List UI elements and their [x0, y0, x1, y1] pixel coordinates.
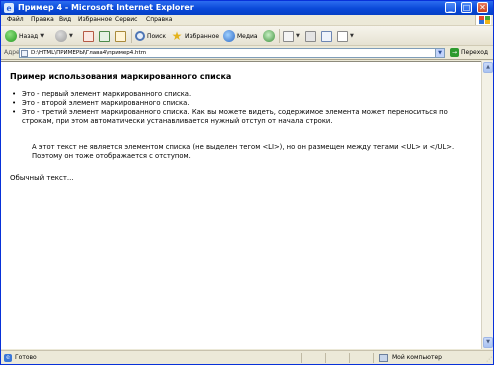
- favorites-label: Избранное: [185, 32, 220, 40]
- address-value[interactable]: D:\HTML\ПРИМЕРЫ\Глава4\пример4.htm: [31, 50, 146, 57]
- address-dropdown-icon[interactable]: ▼: [435, 49, 444, 57]
- edit-page-icon: [321, 30, 332, 42]
- menu-view[interactable]: Вид: [59, 16, 71, 24]
- vertical-scrollbar[interactable]: ▲ ▼: [481, 61, 493, 349]
- favorites-button[interactable]: ★ Избранное: [171, 29, 219, 43]
- toolbar-separator: [279, 29, 280, 43]
- media-icon: [223, 30, 235, 42]
- back-label: Назад: [19, 32, 39, 40]
- menu-favorites[interactable]: Избранное: [78, 16, 112, 24]
- page-heading: Пример использования маркированного спис…: [10, 72, 232, 81]
- list-item: Это - третий элемент маркированного спис…: [12, 108, 472, 126]
- forward-arrow-icon: [55, 30, 67, 42]
- go-button[interactable]: → Переход: [450, 48, 488, 57]
- home-icon: [115, 30, 126, 42]
- page-icon: [21, 50, 28, 57]
- maximize-button[interactable]: □: [461, 2, 472, 13]
- list-item: Это - второй элемент маркированного спис…: [12, 99, 472, 108]
- history-icon: [263, 30, 275, 42]
- media-label: Медиа: [237, 32, 258, 40]
- list-item: Это - первый элемент маркированного спис…: [12, 90, 472, 99]
- scroll-down-icon[interactable]: ▼: [483, 337, 493, 348]
- bulleted-list: Это - первый элемент маркированного спис…: [12, 90, 472, 126]
- mail-dropdown-icon[interactable]: ▼: [296, 33, 300, 39]
- back-dropdown-icon[interactable]: ▼: [40, 33, 44, 39]
- menu-tools[interactable]: Сервис: [115, 16, 137, 24]
- status-bar: e Готово Мой компьютер ⋰: [1, 350, 493, 364]
- forward-button[interactable]: ▼: [55, 29, 73, 43]
- menu-bar: Файл Правка Вид Избранное Сервис Справка: [1, 15, 493, 26]
- mail-icon: [283, 30, 294, 42]
- title-bar[interactable]: e Пример 4 - Microsoft Internet Explorer…: [1, 1, 493, 15]
- search-label: Поиск: [147, 32, 167, 40]
- home-button[interactable]: [115, 29, 126, 43]
- internet-explorer-icon: e: [4, 3, 14, 13]
- mail-button[interactable]: ▼: [283, 29, 300, 43]
- standard-toolbar: Назад ▼ ▼ Поиск ★ Избранное Медиа ▼ ▼: [1, 26, 493, 46]
- address-bar: Адрес: D:\HTML\ПРИМЕРЫ\Глава4\пример4.ht…: [1, 46, 493, 60]
- edit-button[interactable]: [321, 29, 332, 43]
- print-button[interactable]: [305, 29, 316, 43]
- menu-edit[interactable]: Правка: [31, 16, 54, 24]
- plain-paragraph: Обычный текст...: [10, 174, 74, 182]
- search-button[interactable]: Поиск: [135, 29, 166, 43]
- go-label: Переход: [461, 49, 489, 56]
- indented-paragraph: А этот текст не является элементом списк…: [32, 143, 455, 160]
- stop-icon: [83, 30, 94, 42]
- page-status-icon: e: [4, 354, 12, 362]
- search-icon: [135, 31, 145, 41]
- toolbar-separator: [131, 29, 132, 43]
- stop-button[interactable]: [83, 29, 94, 43]
- status-panel: [301, 353, 325, 363]
- page-content: Пример использования маркированного спис…: [1, 61, 481, 349]
- go-arrow-icon: →: [450, 48, 459, 57]
- status-text: Готово: [15, 354, 37, 361]
- discuss-button[interactable]: ▼: [337, 29, 354, 43]
- menu-file[interactable]: Файл: [7, 16, 24, 24]
- back-button[interactable]: Назад ▼: [5, 29, 44, 43]
- scroll-up-icon[interactable]: ▲: [483, 62, 493, 73]
- my-computer-icon: [379, 354, 388, 362]
- printer-icon: [305, 30, 316, 42]
- refresh-icon: [99, 30, 110, 42]
- browser-window: e Пример 4 - Microsoft Internet Explorer…: [0, 0, 494, 365]
- close-button[interactable]: ✕: [477, 2, 488, 13]
- forward-dropdown-icon[interactable]: ▼: [69, 33, 73, 39]
- address-input[interactable]: D:\HTML\ПРИМЕРЫ\Глава4\пример4.htm ▼: [19, 48, 445, 58]
- media-button[interactable]: Медиа: [223, 29, 258, 43]
- windows-logo-icon: [475, 15, 491, 25]
- status-panel: [349, 353, 373, 363]
- back-arrow-icon: [5, 30, 17, 42]
- history-button[interactable]: [263, 29, 275, 43]
- discuss-dropdown-icon[interactable]: ▼: [350, 33, 354, 39]
- resize-grip-icon[interactable]: ⋰: [486, 356, 492, 363]
- discuss-icon: [337, 30, 348, 42]
- status-panel: [325, 353, 349, 363]
- window-title: Пример 4 - Microsoft Internet Explorer: [18, 3, 194, 12]
- minimize-button[interactable]: _: [445, 2, 456, 13]
- favorites-star-icon: ★: [171, 29, 183, 43]
- refresh-button[interactable]: [99, 29, 110, 43]
- zone-text: Мой компьютер: [392, 354, 442, 361]
- menu-help[interactable]: Справка: [146, 16, 172, 24]
